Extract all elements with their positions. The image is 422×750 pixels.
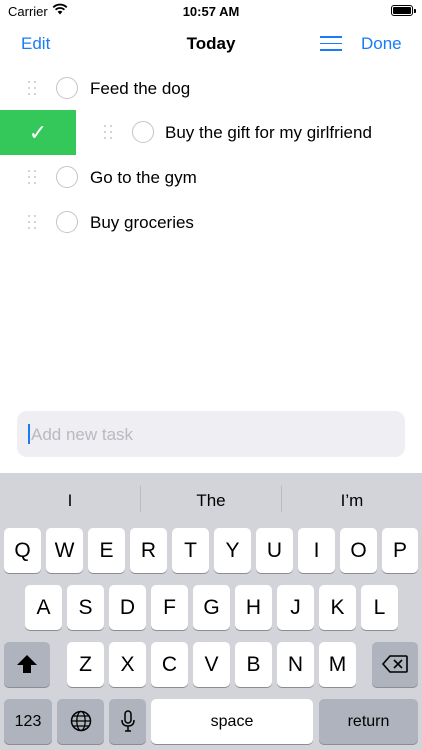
key-a[interactable]: A	[25, 585, 62, 630]
add-task-input[interactable]	[29, 411, 409, 459]
key-i[interactable]: I	[298, 528, 335, 573]
numbers-key[interactable]: 123	[4, 699, 52, 744]
dictation-key[interactable]	[109, 699, 146, 744]
key-g[interactable]: G	[193, 585, 230, 630]
task-title: Go to the gym	[90, 168, 197, 187]
task-checkbox[interactable]	[132, 121, 154, 143]
suggestion-item[interactable]: I	[0, 491, 140, 511]
text-cursor	[28, 424, 30, 444]
status-bar: Carrier 10:57 AM	[0, 0, 422, 24]
key-z[interactable]: Z	[67, 642, 104, 687]
task-title: Buy groceries	[90, 213, 194, 232]
key-w[interactable]: W	[46, 528, 83, 573]
task-row[interactable]: Go to the gym	[0, 155, 422, 200]
suggestion-divider	[281, 486, 282, 512]
add-task-field[interactable]	[17, 411, 409, 459]
navigation-bar: Edit Today Done	[0, 24, 422, 64]
drag-handle-icon[interactable]	[28, 170, 38, 186]
task-checkbox[interactable]	[56, 166, 78, 188]
complete-swipe-action[interactable]: ✓	[0, 110, 76, 155]
drag-handle-icon[interactable]	[104, 125, 114, 141]
task-title: Feed the dog	[90, 79, 191, 98]
key-l[interactable]: L	[361, 585, 398, 630]
key-n[interactable]: N	[277, 642, 314, 687]
checkmark-icon: ✓	[28, 120, 48, 145]
list-menu-icon[interactable]	[320, 36, 342, 52]
globe-key[interactable]	[57, 699, 104, 744]
key-r[interactable]: R	[130, 528, 167, 573]
task-checkbox[interactable]	[56, 211, 78, 233]
shift-key[interactable]	[4, 642, 50, 687]
key-p[interactable]: P	[382, 528, 418, 573]
key-u[interactable]: U	[256, 528, 293, 573]
key-b[interactable]: B	[235, 642, 272, 687]
key-c[interactable]: C	[151, 642, 188, 687]
key-t[interactable]: T	[172, 528, 209, 573]
key-f[interactable]: F	[151, 585, 188, 630]
key-o[interactable]: O	[340, 528, 377, 573]
key-y[interactable]: Y	[214, 528, 251, 573]
key-s[interactable]: S	[67, 585, 104, 630]
drag-handle-icon[interactable]	[28, 81, 38, 97]
key-q[interactable]: Q	[4, 528, 41, 573]
key-v[interactable]: V	[193, 642, 230, 687]
microphone-icon	[120, 710, 135, 732]
task-row[interactable]: Feed the dog	[0, 66, 422, 111]
backspace-icon	[381, 655, 408, 673]
task-row[interactable]: Buy groceries	[0, 200, 422, 245]
key-x[interactable]: X	[109, 642, 146, 687]
page-title: Today	[186, 34, 236, 53]
suggestion-item[interactable]: The	[141, 491, 281, 511]
suggestion-item[interactable]: I’m	[282, 491, 422, 511]
delete-key[interactable]	[372, 642, 418, 687]
return-key[interactable]: return	[319, 699, 418, 744]
done-button[interactable]: Done	[361, 34, 402, 54]
suggestion-divider	[140, 486, 141, 512]
battery-icon	[391, 5, 416, 16]
key-m[interactable]: M	[319, 642, 356, 687]
key-d[interactable]: D	[109, 585, 146, 630]
key-k[interactable]: K	[319, 585, 356, 630]
task-checkbox[interactable]	[56, 77, 78, 99]
space-key[interactable]: space	[151, 699, 313, 744]
status-time: 10:57 AM	[182, 4, 240, 19]
task-row[interactable]: Buy the gift for my girlfriend	[76, 110, 422, 155]
task-title: Buy the gift for my girlfriend	[165, 123, 372, 142]
key-h[interactable]: H	[235, 585, 272, 630]
globe-icon	[70, 710, 91, 732]
key-j[interactable]: J	[277, 585, 314, 630]
shift-icon	[17, 655, 37, 673]
suggestion-bar: I The I’m	[0, 473, 422, 526]
drag-handle-icon[interactable]	[28, 215, 38, 231]
key-e[interactable]: E	[88, 528, 125, 573]
